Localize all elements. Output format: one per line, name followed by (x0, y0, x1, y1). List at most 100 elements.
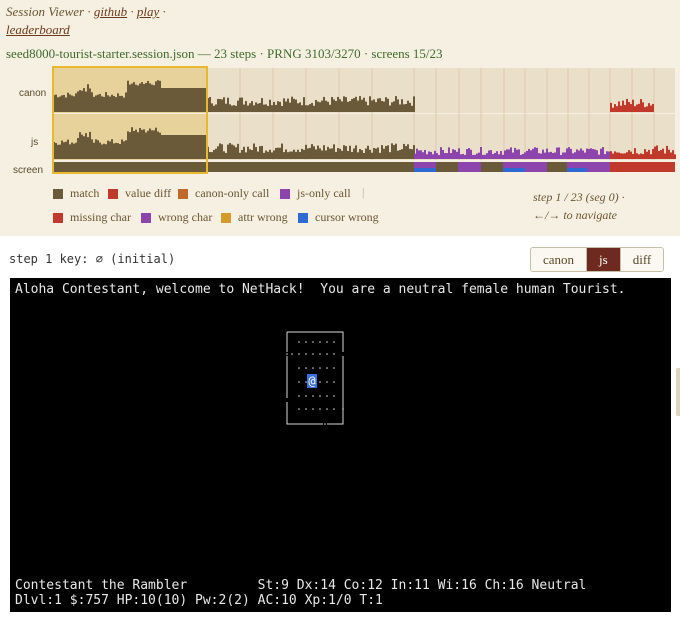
js-diff-bar (630, 151, 632, 159)
js-bar (59, 144, 61, 159)
canon-diff-bar (650, 105, 652, 112)
canon-bar (133, 82, 135, 112)
canon-bar (331, 97, 333, 112)
canon-bar (355, 96, 357, 112)
js-bar (377, 147, 379, 159)
canon-bar (71, 95, 73, 112)
canon-bar (59, 96, 61, 112)
canon-bar (375, 102, 377, 112)
github-link[interactable]: github (94, 4, 127, 19)
tab-diff[interactable]: diff (620, 248, 664, 271)
js-only-bar (448, 147, 450, 159)
js-bar (259, 146, 261, 159)
js-only-bar (460, 154, 462, 159)
canon-bar (83, 88, 85, 112)
canon-bar (343, 96, 345, 112)
js-bar (217, 146, 219, 159)
js-only-bar (508, 149, 510, 159)
js-only-bar (528, 148, 530, 159)
canon-bar (323, 96, 325, 112)
js-bar (209, 152, 211, 159)
js-only-bar (504, 150, 506, 159)
js-bar (275, 148, 277, 159)
canon-bar (113, 96, 115, 112)
js-bar (353, 148, 355, 159)
js-diff-bar (626, 152, 628, 159)
js-bar (403, 143, 405, 159)
js-bar (255, 147, 257, 159)
canon-bar (153, 85, 155, 112)
legend-swatch (53, 188, 63, 199)
js-only-bar (436, 153, 438, 159)
js-bar (267, 151, 269, 159)
side-scroll-handle[interactable] (676, 368, 680, 416)
legend-swatch (221, 212, 231, 223)
js-bar (159, 132, 161, 159)
canon-bar (99, 93, 101, 112)
js-only-bar (440, 147, 442, 159)
canon-diff-bar (612, 107, 614, 112)
canon-bar (371, 100, 373, 112)
play-link[interactable]: play (137, 4, 159, 19)
js-diff-bar (650, 154, 652, 159)
js-only-bar (526, 150, 528, 159)
canon-bar (187, 88, 189, 112)
js-only-bar (424, 149, 426, 159)
legend-attr-wrong: attr wrong (221, 210, 288, 225)
js-bar (235, 147, 237, 159)
canon-bar (305, 105, 307, 112)
canon-bar (235, 105, 237, 112)
js-bar (135, 129, 137, 159)
js-bar (67, 139, 69, 159)
timeline-graph[interactable] (0, 64, 680, 180)
screen-cursor-wrong (414, 168, 436, 172)
js-bar (369, 149, 371, 159)
canon-diff-bar (630, 104, 632, 112)
legend-swatch (53, 212, 63, 223)
canon-bar (213, 105, 215, 112)
canon-bar (167, 88, 169, 112)
js-bar (117, 143, 119, 159)
tab-canon[interactable]: canon (531, 248, 588, 271)
js-only-bar (466, 149, 468, 159)
js-only-bar (428, 151, 430, 159)
js-bar (271, 152, 273, 159)
canon-bar (239, 97, 241, 112)
tab-js[interactable]: js (587, 248, 621, 271)
canon-diff-bar (618, 101, 620, 112)
js-only-bar (598, 154, 600, 159)
js-only-bar (462, 153, 464, 159)
js-bar (69, 144, 71, 159)
js-bar (231, 144, 233, 159)
js-bar (101, 144, 103, 159)
js-bar (341, 150, 343, 159)
js-bar (167, 135, 169, 159)
js-only-bar (516, 149, 518, 159)
js-bar (307, 148, 309, 159)
js-bar (95, 139, 97, 159)
js-bar (241, 149, 243, 159)
js-bar (309, 147, 311, 159)
canon-bar (237, 100, 239, 112)
app-title: Session Viewer (6, 4, 85, 19)
js-only-bar (416, 148, 418, 159)
step-timeline[interactable]: canon js screen (0, 64, 680, 180)
js-bar (337, 148, 339, 159)
js-only-bar (518, 149, 520, 159)
canon-bar (229, 104, 231, 112)
top-nav: Session Viewer · github · play · leaderb… (6, 3, 166, 39)
leaderboard-link[interactable]: leaderboard (6, 22, 70, 37)
js-bar (87, 137, 89, 159)
canon-bar (169, 88, 171, 112)
js-bar (143, 129, 145, 159)
js-bar (273, 150, 275, 159)
view-tabs: canon js diff (530, 247, 665, 272)
js-bar (327, 146, 329, 159)
js-bar (367, 145, 369, 159)
js-bar (165, 135, 167, 159)
js-bar (121, 139, 123, 159)
canon-bar (195, 88, 197, 112)
js-only-bar (596, 150, 598, 159)
canon-bar (321, 100, 323, 112)
js-diff-bar (636, 153, 638, 159)
